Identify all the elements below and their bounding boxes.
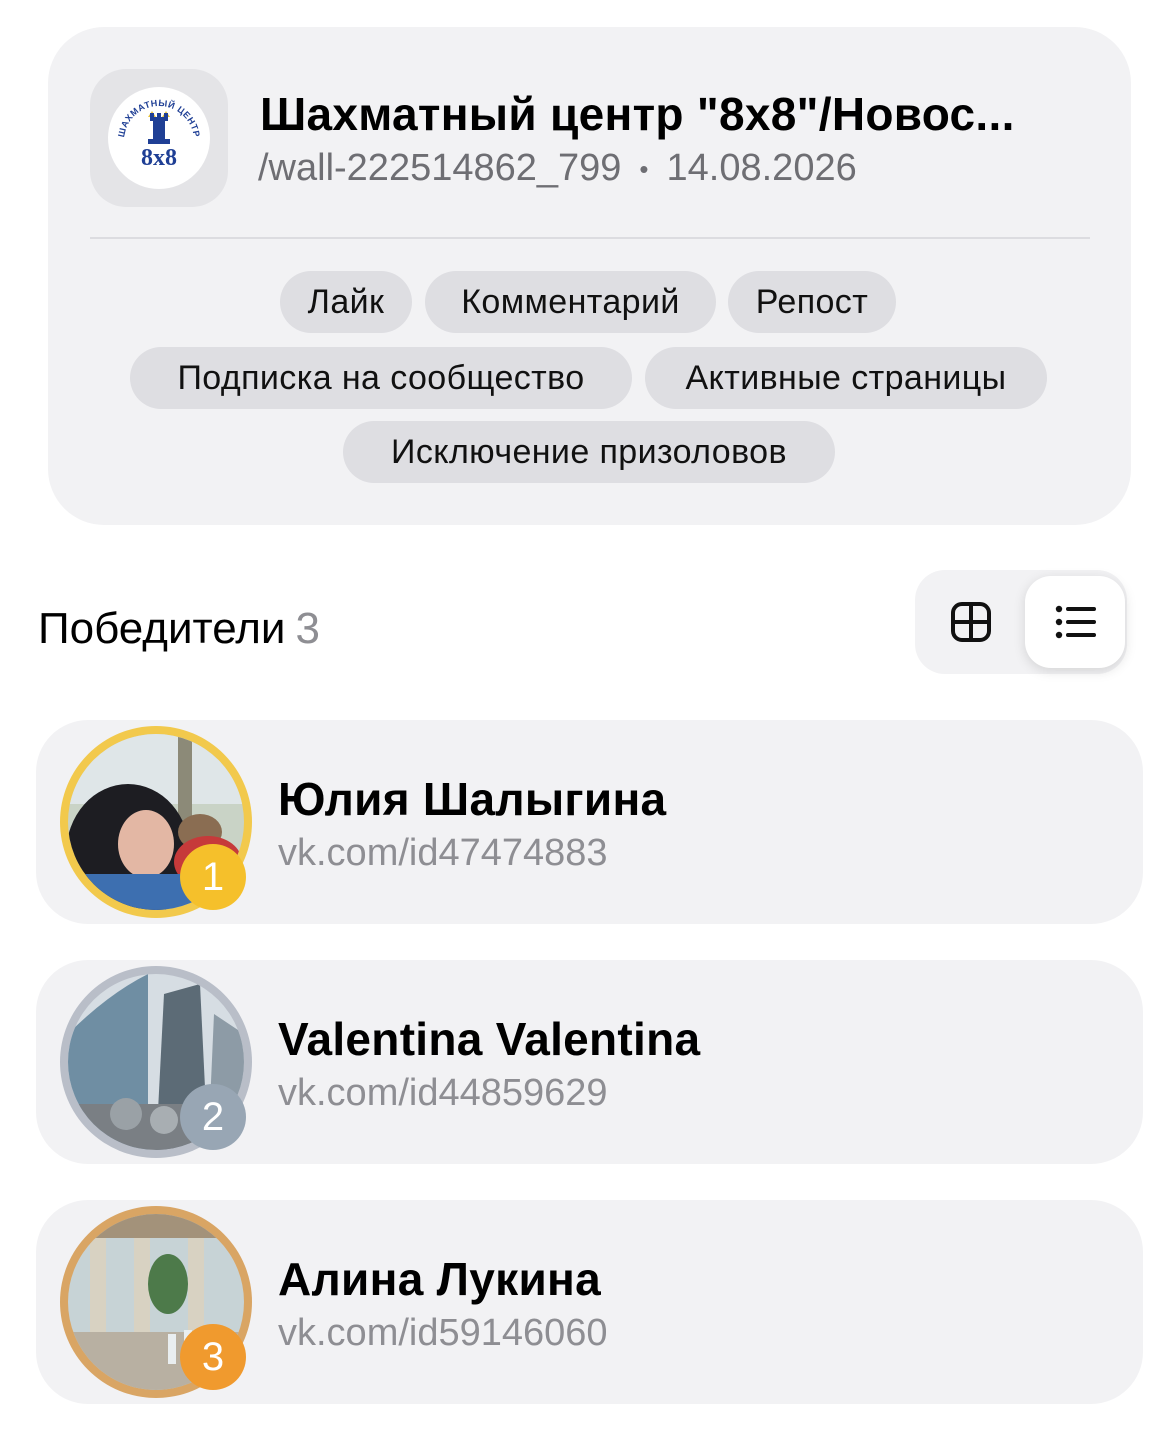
list-view-button[interactable] [1025, 576, 1125, 668]
post-meta: /wall-222514862_799 • 14.08.2026 [258, 147, 857, 190]
post-date: 14.08.2026 [666, 147, 857, 189]
post-card[interactable]: ШАХМАТНЫЙ ЦЕНТР 8х8 Шахматный центр "8x8… [48, 27, 1131, 525]
meta-separator: • [639, 154, 649, 185]
condition-chip-active-pages: Активные страницы [645, 347, 1047, 409]
winner-profile-link[interactable]: vk.com/id59146060 [278, 1312, 608, 1355]
winners-heading: Победители 3 [38, 604, 320, 654]
winner-name[interactable]: Valentina Valentina [278, 1012, 700, 1066]
winners-count: 3 [295, 604, 320, 653]
grid-view-button[interactable] [921, 576, 1021, 668]
svg-text:8х8: 8х8 [141, 145, 177, 171]
place-badge: 1 [180, 844, 246, 910]
winner-profile-link[interactable]: vk.com/id44859629 [278, 1072, 608, 1115]
logo-badge: ШАХМАТНЫЙ ЦЕНТР 8х8 [108, 87, 210, 189]
condition-chip-like: Лайк [280, 271, 412, 333]
list-icon [1055, 605, 1096, 639]
winners-title: Победители [38, 604, 286, 653]
winner-card[interactable]: 3 Алина Лукина vk.com/id59146060 [36, 1200, 1143, 1404]
winner-name[interactable]: Алина Лукина [278, 1252, 601, 1306]
community-logo[interactable]: ШАХМАТНЫЙ ЦЕНТР 8х8 [90, 69, 228, 207]
grid-icon [951, 602, 991, 642]
winner-card[interactable]: 1 Юлия Шалыгина vk.com/id47474883 [36, 720, 1143, 924]
condition-chip-subscription: Подписка на сообщество [130, 347, 632, 409]
place-badge: 2 [180, 1084, 246, 1150]
post-title[interactable]: Шахматный центр "8x8"/Новос... [260, 87, 1090, 141]
divider [90, 237, 1090, 239]
winner-profile-link[interactable]: vk.com/id47474883 [278, 832, 608, 875]
post-path[interactable]: /wall-222514862_799 [258, 147, 621, 189]
winner-card[interactable]: 2 Valentina Valentina vk.com/id44859629 [36, 960, 1143, 1164]
condition-chip-exclude-prize-hunters: Исключение призоловов [343, 421, 835, 483]
condition-chip-comment: Комментарий [425, 271, 716, 333]
rook-icon: ШАХМАТНЫЙ ЦЕНТР 8х8 [116, 98, 201, 171]
condition-chip-repost: Репост [728, 271, 896, 333]
view-mode-toggle [915, 570, 1127, 674]
winner-name[interactable]: Юлия Шалыгина [278, 772, 666, 826]
place-badge: 3 [180, 1324, 246, 1390]
